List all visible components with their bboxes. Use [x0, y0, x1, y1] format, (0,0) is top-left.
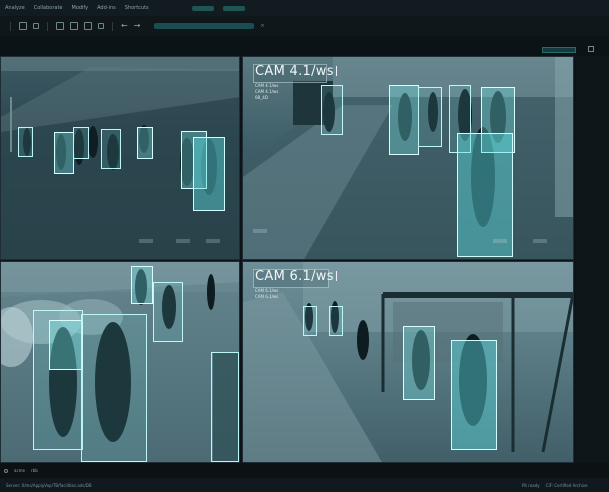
toolbar-separator [47, 21, 48, 31]
expand-icon[interactable] [588, 46, 594, 52]
menu-pill-1[interactable] [191, 5, 214, 11]
close-icon[interactable]: × [260, 23, 264, 29]
layout-grid-icon[interactable] [19, 22, 27, 30]
feed-overlay-mark [533, 239, 547, 243]
status-path: Server: 0/ms/ApplyVop/TB/facilities.ads/… [6, 483, 92, 488]
detection-box[interactable] [418, 87, 442, 147]
detection-box[interactable] [329, 306, 343, 336]
camera-label: CAM 4.1/ws [255, 65, 345, 79]
camera-icon[interactable] [70, 22, 78, 30]
detection-box[interactable] [403, 326, 435, 400]
camera-label: CAM 6.1/ws [255, 270, 345, 284]
feed-overlay-mark [253, 229, 267, 233]
detection-box[interactable] [451, 340, 497, 450]
menu-bar: Analyze Collaborate Modify Add-ins Short… [0, 0, 609, 16]
camera-feed-6[interactable]: CAM 6.1/ws CAM 6.1/ws CAM 6.1/ws [242, 261, 574, 463]
menu-item-analyze[interactable]: Analyze [5, 5, 25, 11]
forward-arrow-icon[interactable]: → [134, 22, 141, 30]
camera-feed-3[interactable] [0, 261, 240, 463]
feed-header-strip [0, 36, 609, 56]
menu-item-collaborate[interactable]: Collaborate [34, 5, 63, 11]
detection-box[interactable] [137, 127, 153, 159]
feed-overlay-mark [206, 239, 220, 243]
detection-box[interactable] [131, 266, 153, 304]
feed-overlay-mark [176, 239, 190, 243]
detection-box[interactable] [389, 85, 419, 155]
play-icon[interactable] [4, 468, 8, 473]
side-panel [576, 56, 609, 463]
status-right: Pit ready CIF: Certified Archive [522, 483, 588, 488]
status-archive: CIF: Certified Archive [545, 483, 588, 488]
status-ready: Pit ready [522, 483, 540, 488]
feed-overlay-mark [493, 239, 507, 243]
playback-bar: acme rbb [0, 463, 609, 478]
live-tag-button[interactable] [542, 47, 576, 53]
status-bar: Server: 0/ms/ApplyVop/TB/facilities.ads/… [0, 478, 609, 492]
camera-sub-label: CAM 6.1/ws [255, 294, 279, 299]
playback-label: acme [14, 468, 26, 473]
timeline-field[interactable] [154, 23, 255, 29]
detection-box[interactable] [18, 127, 33, 157]
camera-feed-4[interactable]: CAM 4.1/ws CAM 4.1/ws CAM 4.1/ws 0B_4D [242, 56, 574, 260]
detection-box[interactable] [54, 132, 74, 174]
split-view-icon[interactable] [33, 23, 39, 29]
detection-box[interactable] [303, 306, 317, 336]
playback-label: rbb [31, 468, 38, 473]
detection-box[interactable] [153, 282, 183, 342]
back-arrow-icon[interactable]: ← [121, 22, 128, 30]
toolbar-separator [112, 21, 113, 31]
detection-box[interactable] [321, 85, 343, 135]
detection-box[interactable] [211, 352, 239, 462]
detection-box[interactable] [73, 127, 89, 159]
window-icon[interactable] [56, 22, 64, 30]
menu-pill-2[interactable] [222, 5, 245, 11]
detection-box[interactable] [193, 137, 225, 211]
detection-box[interactable] [81, 314, 147, 462]
camera-sub-labels: CAM 4.1/ws CAM 4.1/ws 0B_4D [255, 83, 278, 101]
menu-item-shortcuts[interactable]: Shortcuts [125, 5, 149, 11]
toolbar-separator [10, 21, 11, 31]
snapshot-icon[interactable] [84, 22, 92, 30]
detection-box[interactable] [49, 320, 83, 370]
toolbar: ← → × [0, 16, 609, 36]
camera-sub-labels: CAM 6.1/ws CAM 6.1/ws [255, 288, 278, 300]
camera-feed-1[interactable] [0, 56, 240, 260]
record-icon[interactable] [98, 23, 104, 29]
menu-item-modify[interactable]: Modify [72, 5, 89, 11]
detection-box[interactable] [101, 129, 121, 169]
feed-overlay-mark [139, 239, 153, 243]
camera-sub-label: 0B_4D [255, 95, 268, 100]
menu-item-add-ins[interactable]: Add-ins [97, 5, 116, 11]
